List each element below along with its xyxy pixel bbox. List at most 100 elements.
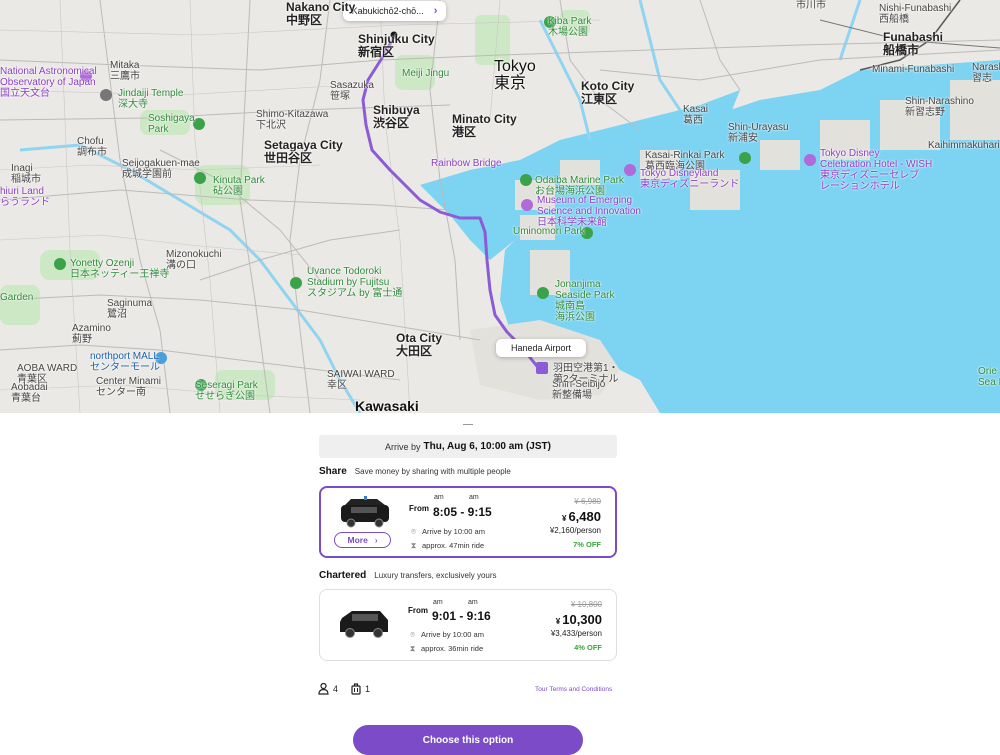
price-value: 10,300 [562, 612, 602, 627]
map-place-label: Ota City 大田区 [396, 331, 443, 358]
original-price: ¥ 6,980 [574, 497, 601, 506]
more-label: More [347, 535, 368, 545]
map-place-label: Sasazuka 笹塚 [330, 80, 374, 102]
arrive-by-row: ⌾ Arrive by 10:00 am [409, 527, 485, 536]
original-price: ¥ 10,800 [570, 600, 602, 609]
map-place-label: Kasai 葛西 [683, 104, 709, 126]
am-label: am [433, 599, 443, 606]
map-poi-label: Kiba Park 木場公園 [548, 16, 592, 38]
map-place-label: Setagaya City 世田谷区 [264, 138, 343, 165]
map-poi-label: hiuri Land らうランド [0, 186, 50, 208]
map-poi-label: Seseragi Park せせらぎ公園 [195, 380, 258, 402]
map-poi-label: Jonanjima Seaside Park 城南島 海浜公園 [555, 279, 615, 323]
map-poi-label: OrieSea P [978, 366, 1000, 388]
discount-badge: 4% OFF [574, 643, 602, 652]
map-place-label: Minami-Funabashi [872, 64, 955, 75]
discount-badge: 7% OFF [573, 540, 601, 549]
party-summary[interactable]: 4 1 [318, 683, 370, 695]
arrive-by-text: Arrive by 10:00 am [422, 527, 485, 536]
map-place-label: Mitaka 三鷹市 [110, 60, 140, 82]
map-place-label: Aobadai 青葉台 [11, 382, 48, 404]
route-map[interactable]: Kabukichō2-chō... › Haneda Airport Nakan… [0, 0, 1000, 413]
map-poi-label: Tokyo Disneyland 東京ディズニーランド [640, 168, 740, 190]
dropoff-label: Haneda Airport [510, 343, 572, 353]
pickup-label: Kabukichō2-chō... [351, 6, 424, 16]
map-place-label: Nakano City 中野区 [286, 0, 356, 27]
map-poi-label: 羽田空港第1・ 第2ターミナル [553, 363, 619, 385]
booking-sheet: Arrive by Thu, Aug 6, 10:00 am (JST) Sha… [0, 413, 1000, 755]
map-place-label: Shimo-Kitazawa 下北沢 [256, 109, 329, 131]
map-place-label: Kawasaki [355, 398, 419, 414]
map-place-label: Inagi 稲城市 [11, 163, 41, 185]
map-place-label: Funabashi 船橋市 [883, 30, 944, 57]
arrive-by-text: Arrive by 10:00 am [421, 630, 484, 639]
map-place-label: SAIWAI WARD 幸区 [327, 369, 395, 391]
map-poi-label: northport MALL センターモール [90, 351, 160, 373]
map-poi-label: Soshigaya Park [148, 113, 195, 135]
map-poi-label: Tokyo Disney Celebration Hotel - WISH 東京ディ… [820, 148, 933, 192]
map-place-label: Mizonokuchi 溝の口 [166, 249, 222, 271]
map-poi-label: Uvance Todoroki Stadium by Fujitsu スタジアム b… [307, 266, 403, 299]
time-range: 8:05 - 9:15 [433, 505, 492, 519]
time-range: 9:01 - 9:16 [432, 609, 491, 623]
arrive-value: Thu, Aug 6, 10:00 am (JST) [423, 441, 551, 452]
map-place-label: Minato City 港区 [452, 112, 517, 139]
map-place-label: Saginuma 鷺沼 [107, 298, 153, 320]
chevron-right-icon: › [433, 5, 438, 17]
map-place-label: Shin-Urayasu 新浦安 [728, 122, 789, 144]
price-per-person: ¥3,433/person [550, 629, 602, 638]
price: ¥10,300 [556, 612, 602, 627]
luggage-icon [351, 683, 361, 695]
from-label: From [408, 606, 428, 615]
luggage-count: 1 [365, 684, 371, 694]
arrive-prefix: Arrive by [385, 441, 421, 452]
price-value: 6,480 [568, 509, 601, 524]
pickup-callout[interactable]: Kabukichō2-chō... › [343, 1, 446, 21]
hourglass-icon: ⧗ [409, 644, 416, 653]
dropoff-callout[interactable]: Haneda Airport [496, 339, 586, 357]
choose-option-button[interactable]: Choose this option [353, 725, 583, 755]
map-place-label: Shinjuku City 新宿区 [358, 32, 435, 59]
map-poi-label: Kinuta Park 砧公園 [213, 175, 265, 197]
passenger-count: 4 [333, 684, 339, 694]
van-icon [341, 496, 389, 528]
share-subtitle: Save money by sharing with multiple peop… [354, 467, 511, 476]
map-place-label: Center Minami センター南 [96, 376, 162, 398]
share-option-card[interactable]: More › From am am 8:05 - 9:15 ⌾ Arrive b… [319, 486, 617, 558]
map-poi-label: Meiji Jingu [402, 68, 450, 79]
chartered-subtitle: Luxury transfers, exclusively yours [374, 571, 497, 580]
currency-symbol: ¥ [562, 514, 567, 523]
person-icon [318, 683, 329, 695]
currency-symbol: ¥ [555, 617, 561, 626]
share-section-header: Share Save money by sharing with multipl… [319, 466, 511, 477]
arrive-by-row: ⌾ Arrive by 10:00 am [408, 630, 484, 639]
duration-text: approx. 36min ride [421, 644, 484, 653]
duration-row: ⧗ approx. 36min ride [408, 644, 483, 653]
share-title: Share [319, 466, 347, 477]
map-poi-label: Uminomori Park [513, 226, 585, 237]
map-place-label: Shin-Narashino 新習志野 [905, 96, 974, 118]
hourglass-icon: ⧗ [410, 541, 417, 550]
map-place-label: Shibuya 渋谷区 [373, 103, 420, 130]
price: ¥6,480 [562, 509, 601, 524]
map-place-label: Kaihimmakuhari [928, 140, 1000, 151]
arrival-time-bar[interactable]: Arrive by Thu, Aug 6, 10:00 am (JST) [319, 435, 617, 458]
map-poi-label: Odaiba Marine Park お台場海浜公園 [535, 175, 624, 197]
am-label: am [468, 599, 478, 606]
map-place-label: Narash習志 [972, 62, 1000, 84]
chartered-section-header: Chartered Luxury transfers, exclusively … [319, 570, 497, 581]
map-poi-label: Museum of Emerging Science and Innovation… [537, 195, 641, 228]
more-button[interactable]: More › [334, 532, 391, 548]
terms-link[interactable]: Tour Terms and Conditions [535, 686, 612, 693]
map-place-label: Nishi-Funabashi 西船橋 [879, 3, 952, 25]
from-label: From [409, 504, 429, 513]
map-place-label: 市川市 [796, 0, 826, 11]
duration-text: approx. 47min ride [422, 541, 485, 550]
map-place-label: Chofu 調布市 [77, 136, 107, 158]
price-per-person: ¥2,160/person [549, 526, 601, 535]
map-poi-label: Rainbow Bridge [431, 158, 502, 169]
chartered-option-card[interactable]: From am am 9:01 - 9:16 ⌾ Arrive by 10:00… [319, 589, 617, 661]
map-poi-label: Yonetty Ozenji 日本ネッティー王禅寺 [70, 258, 170, 280]
drag-handle[interactable] [463, 424, 473, 425]
map-poi-label: Garden [0, 292, 34, 303]
